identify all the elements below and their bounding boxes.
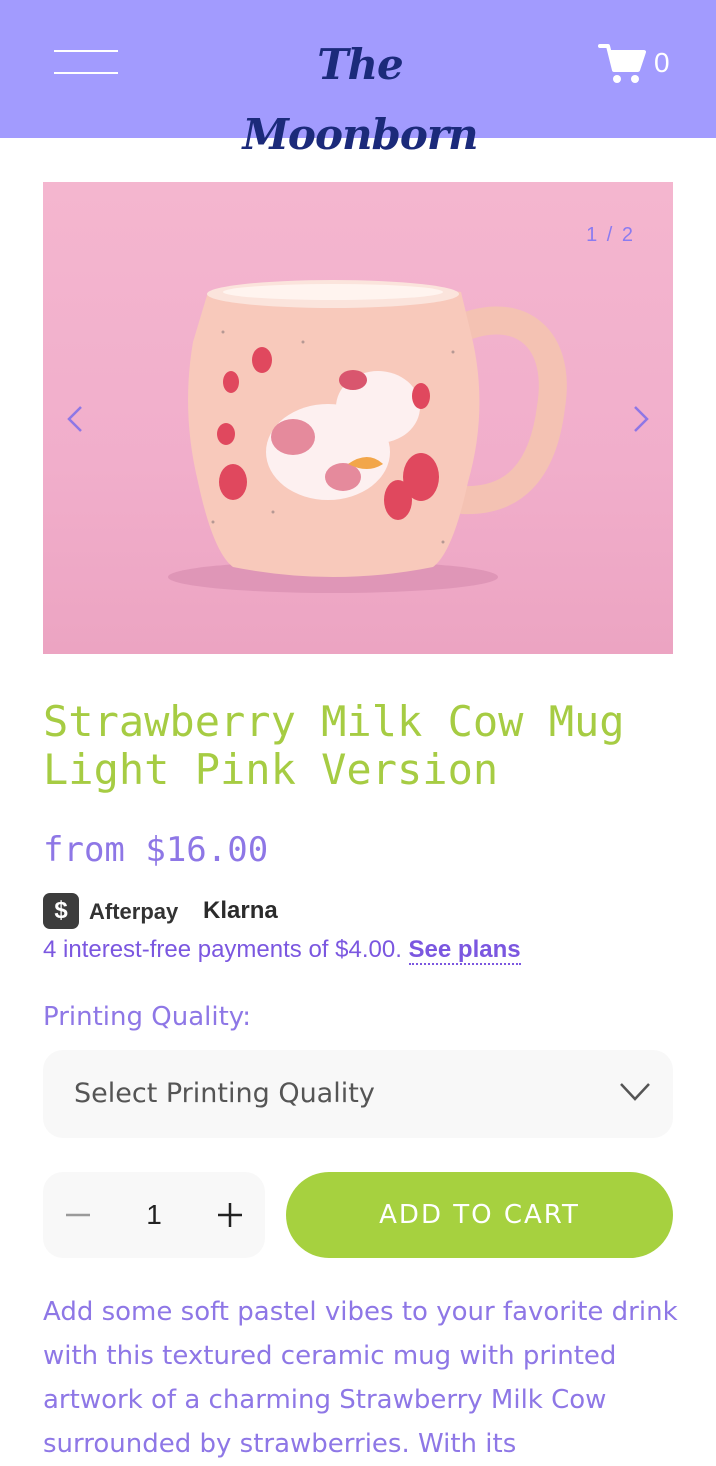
menu-button[interactable] bbox=[54, 50, 118, 76]
product-title: Strawberry Milk Cow Mug Light Pink Versi… bbox=[43, 697, 625, 794]
site-header: The Moonborn 0 bbox=[0, 0, 716, 159]
klarna-label: Klarna bbox=[203, 897, 278, 924]
see-plans-link[interactable]: See plans bbox=[408, 936, 521, 965]
chevron-right-icon bbox=[634, 406, 649, 432]
quantity-increase-button[interactable] bbox=[215, 1200, 245, 1230]
chevron-down-icon bbox=[620, 1083, 650, 1101]
gallery-counter: 1 / 2 bbox=[586, 224, 635, 246]
afterpay-icon: $ bbox=[43, 893, 79, 929]
cow-ear bbox=[339, 370, 367, 390]
mug-product-image bbox=[168, 280, 567, 593]
minus-icon bbox=[66, 1213, 90, 1217]
cow-spot-2 bbox=[325, 463, 361, 491]
mug-opening bbox=[223, 284, 443, 300]
cart-button[interactable]: 0 bbox=[598, 40, 678, 86]
quantity-stepper: 1 bbox=[43, 1172, 265, 1258]
cow-spot-1 bbox=[271, 419, 315, 455]
printing-quality-value: Select Printing Quality bbox=[74, 1078, 375, 1109]
printing-quality-select[interactable]: Select Printing Quality bbox=[43, 1050, 673, 1138]
product-price: from $16.00 bbox=[43, 830, 269, 870]
menu-bar-top bbox=[54, 50, 118, 52]
menu-bar-bottom bbox=[54, 72, 118, 74]
gallery-prev-button[interactable] bbox=[63, 404, 87, 434]
cart-icon bbox=[598, 44, 646, 83]
add-to-cart-button[interactable]: ADD TO CART bbox=[286, 1172, 673, 1258]
cart-count: 0 bbox=[654, 47, 670, 78]
printing-quality-label: Printing Quality: bbox=[43, 1002, 252, 1032]
product-image-gallery[interactable]: 1 / 2 bbox=[43, 182, 673, 654]
quantity-decrease-button[interactable] bbox=[63, 1200, 93, 1230]
afterpay-label: Afterpay bbox=[89, 899, 179, 924]
quantity-input[interactable]: 1 bbox=[134, 1196, 174, 1234]
installment-message: 4 interest-free payments of $4.00. See p… bbox=[43, 934, 521, 966]
site-logo[interactable]: The Moonborn bbox=[220, 30, 500, 159]
plus-icon bbox=[218, 1203, 242, 1227]
gallery-next-button[interactable] bbox=[629, 404, 653, 434]
installment-text: 4 interest-free payments of $4.00. bbox=[43, 936, 402, 963]
chevron-left-icon bbox=[67, 406, 82, 432]
